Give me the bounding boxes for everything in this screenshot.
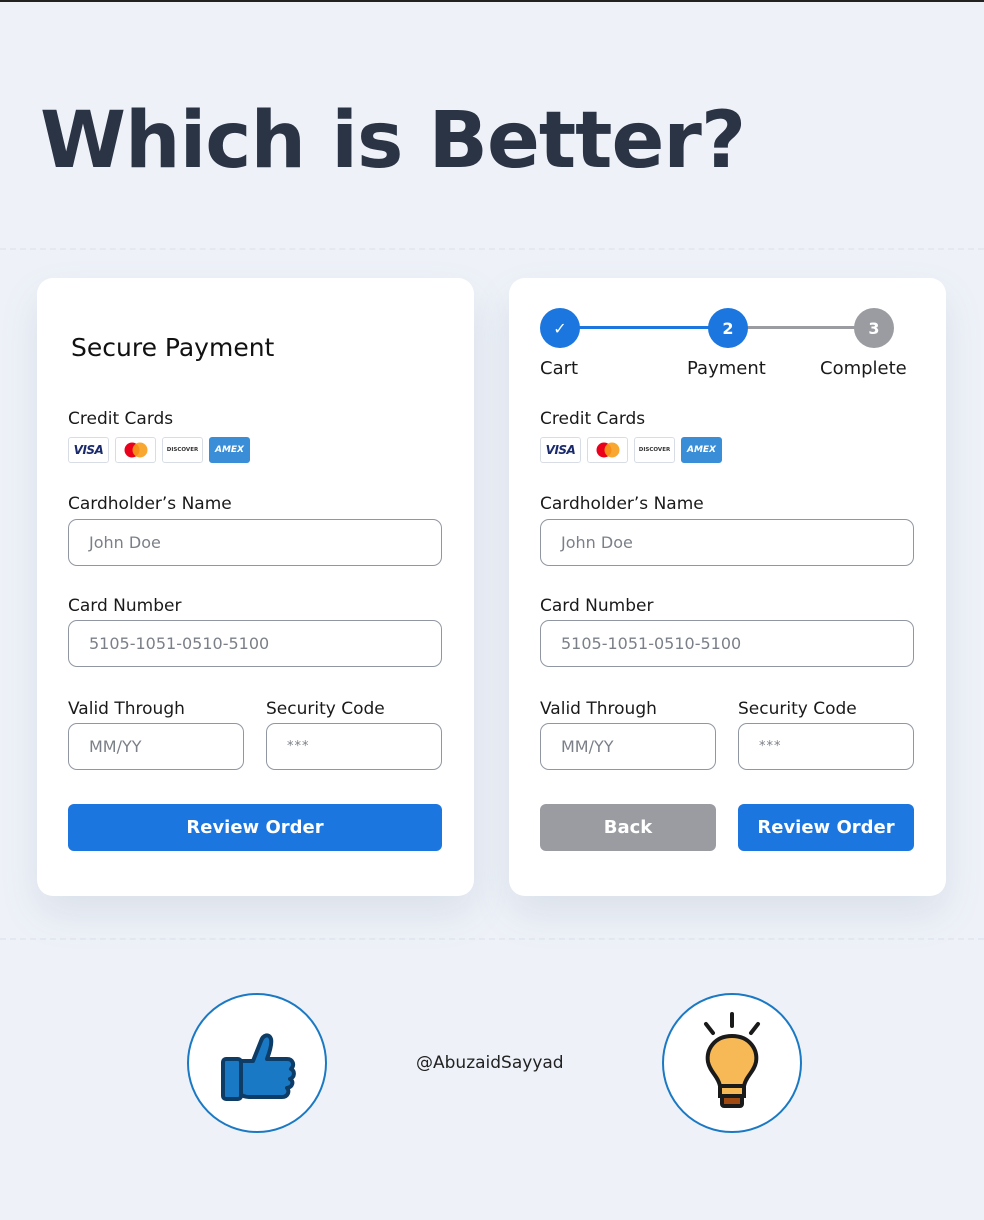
- valid-through-label: Valid Through: [540, 699, 657, 719]
- checkmark-icon: ✓: [553, 318, 567, 338]
- mastercard-logo: [115, 437, 156, 463]
- step-complete-circle: 3: [854, 308, 894, 348]
- card-title: Secure Payment: [71, 333, 275, 362]
- back-button[interactable]: Back: [540, 804, 716, 851]
- lightbulb-bubble: [662, 993, 802, 1133]
- valid-through-input[interactable]: MM/YY: [68, 723, 244, 770]
- discover-logo: DISCOVER: [634, 437, 675, 463]
- cardholder-name-input[interactable]: John Doe: [540, 519, 914, 566]
- stepped-payment-card: ✓ 2 3 Cart Payment Complete Credit Cards…: [509, 278, 946, 896]
- step-cart-label: Cart: [540, 358, 579, 379]
- review-order-button[interactable]: Review Order: [68, 804, 442, 851]
- card-brands: VISA DISCOVER AMEX: [68, 437, 250, 463]
- security-code-label: Security Code: [266, 699, 385, 719]
- thumbs-up-icon: [221, 1033, 296, 1101]
- valid-through-label: Valid Through: [68, 699, 185, 719]
- credit-cards-label: Credit Cards: [68, 409, 174, 429]
- card-brands: VISA DISCOVER AMEX: [540, 437, 722, 463]
- security-code-input[interactable]: ***: [266, 723, 442, 770]
- divider-bottom: [0, 938, 984, 940]
- step-payment-label: Payment: [687, 358, 766, 379]
- secure-payment-card: Secure Payment Credit Cards VISA DISCOVE…: [37, 278, 474, 896]
- progress-line-done: [560, 326, 728, 329]
- security-code-label: Security Code: [738, 699, 857, 719]
- review-order-button[interactable]: Review Order: [738, 804, 914, 851]
- security-code-input[interactable]: ***: [738, 723, 914, 770]
- cardholder-name-input[interactable]: John Doe: [68, 519, 442, 566]
- valid-through-input[interactable]: MM/YY: [540, 723, 716, 770]
- top-border: [0, 0, 984, 2]
- amex-logo: AMEX: [681, 437, 722, 463]
- cardholder-name-label: Cardholder’s Name: [68, 494, 232, 514]
- author-handle: @AbuzaidSayyad: [416, 1053, 564, 1073]
- thumbs-up-bubble: [187, 993, 327, 1133]
- credit-cards-label: Credit Cards: [540, 409, 646, 429]
- page-title: Which is Better?: [40, 96, 746, 186]
- discover-logo: DISCOVER: [162, 437, 203, 463]
- step-complete-label: Complete: [820, 358, 907, 379]
- card-number-input[interactable]: 5105-1051-0510-5100: [540, 620, 914, 667]
- card-number-label: Card Number: [68, 596, 182, 616]
- cardholder-name-label: Cardholder’s Name: [540, 494, 704, 514]
- card-number-input[interactable]: 5105-1051-0510-5100: [68, 620, 442, 667]
- progress-line-todo: [728, 326, 874, 329]
- step-cart-circle: ✓: [540, 308, 580, 348]
- mastercard-logo: [587, 437, 628, 463]
- card-number-label: Card Number: [540, 596, 654, 616]
- amex-logo: AMEX: [209, 437, 250, 463]
- lightbulb-icon: [704, 1012, 760, 1108]
- visa-logo: VISA: [540, 437, 581, 463]
- divider-top: [0, 248, 984, 250]
- step-payment-circle: 2: [708, 308, 748, 348]
- visa-logo: VISA: [68, 437, 109, 463]
